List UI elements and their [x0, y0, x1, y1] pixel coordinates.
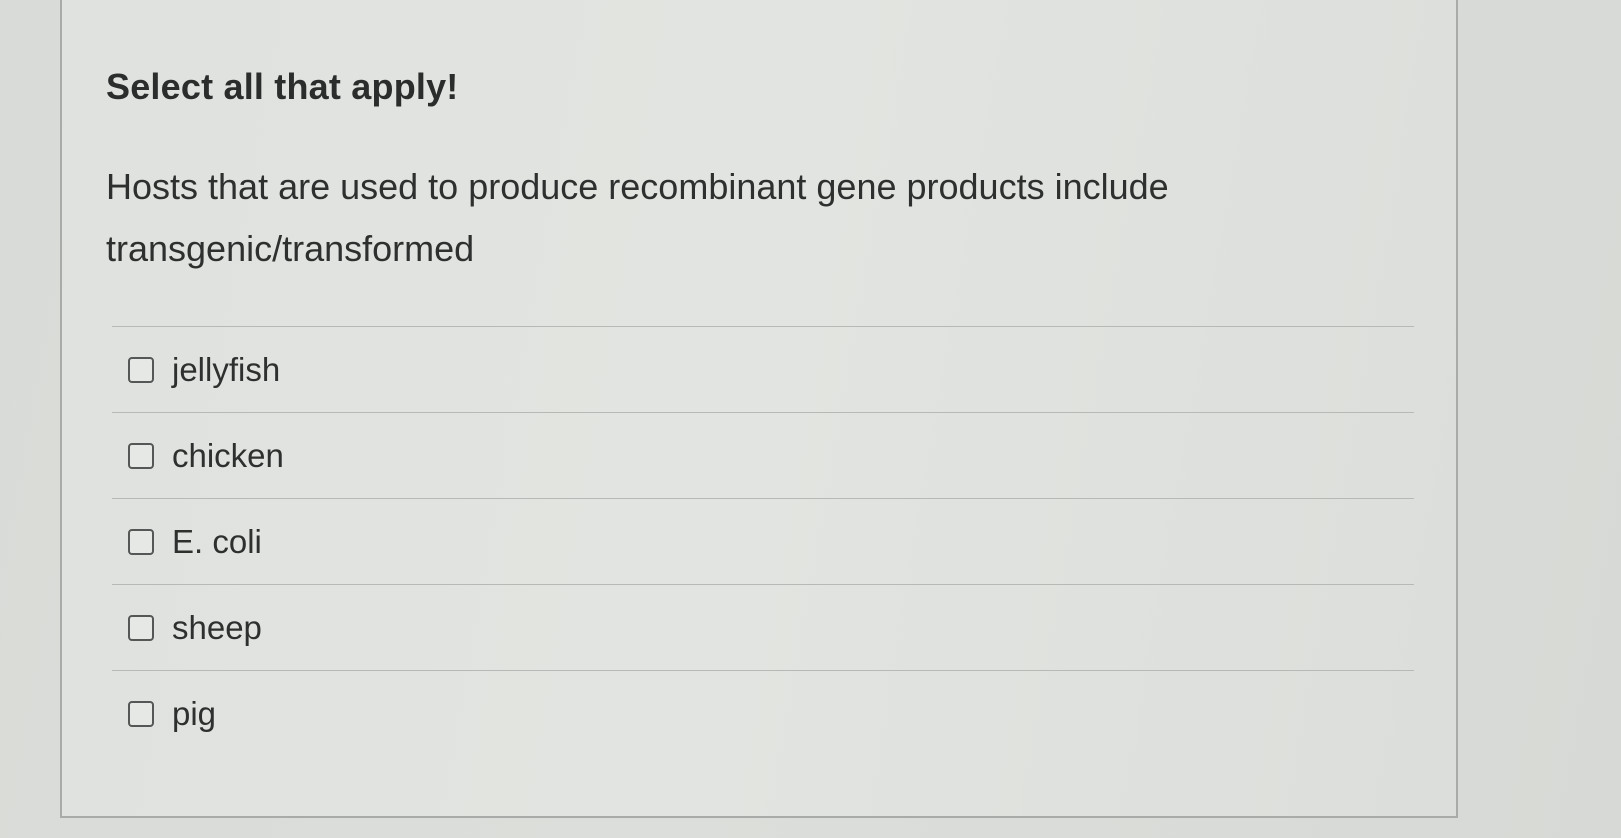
option-label: chicken [172, 436, 284, 474]
question-prompt: Hosts that are used to produce recombina… [106, 166, 1169, 269]
checkbox[interactable] [128, 528, 154, 555]
answer-options-list: jellyfish chicken E. coli sheep pig [112, 326, 1414, 757]
option-sheep[interactable]: sheep [112, 585, 1414, 671]
checkbox[interactable] [128, 701, 154, 727]
question-card: Select all that apply! Hosts that are us… [60, 0, 1458, 818]
option-label: jellyfish [172, 350, 281, 388]
option-label: E. coli [172, 522, 262, 560]
option-label: sheep [172, 608, 262, 646]
option-pig[interactable]: pig [112, 671, 1414, 757]
checkbox[interactable] [128, 356, 154, 383]
checkbox[interactable] [128, 442, 154, 469]
option-jellyfish[interactable]: jellyfish [112, 327, 1414, 413]
instruction-heading: Select all that apply! [106, 66, 459, 107]
option-chicken[interactable]: chicken [112, 413, 1414, 499]
option-e-coli[interactable]: E. coli [112, 499, 1414, 585]
option-label: pig [172, 695, 217, 732]
checkbox[interactable] [128, 614, 154, 641]
